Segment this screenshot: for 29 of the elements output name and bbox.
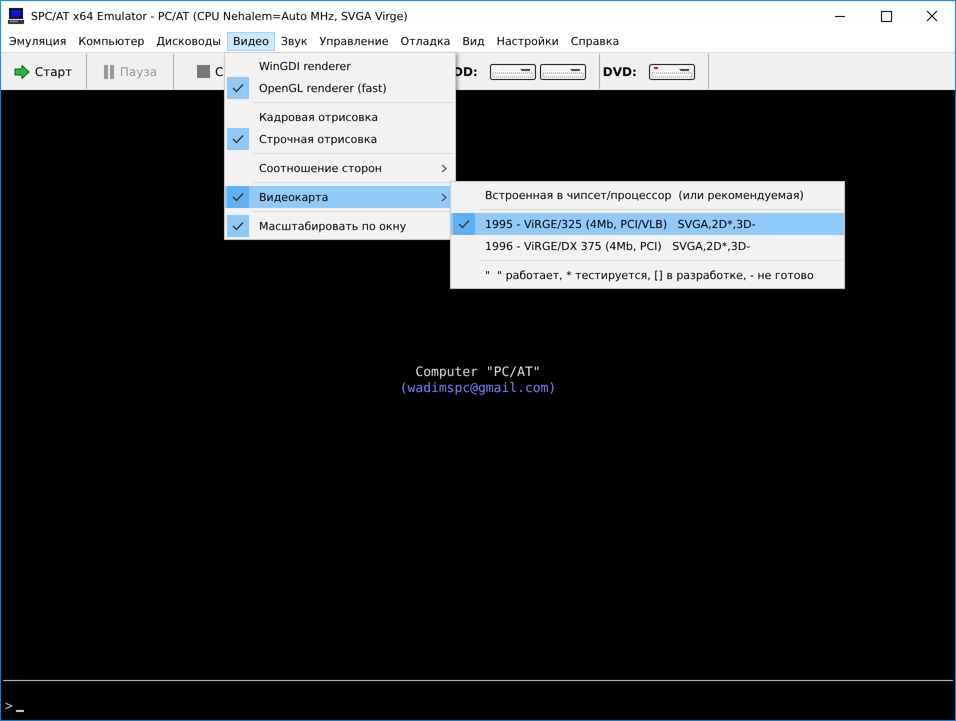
text-cursor: [16, 710, 24, 712]
disk-drive-icon[interactable]: [648, 64, 695, 80]
menu-item[interactable]: Строчная отрисовка: [225, 128, 455, 150]
menu-bar-item[interactable]: Справка: [564, 32, 626, 51]
disk-drive-icon[interactable]: [490, 64, 536, 80]
menu-bar-item[interactable]: Компьютер: [72, 32, 150, 51]
window-title: SPC/AT x64 Emulator - PC/AT (CPU Nehalem=Auto MHz, SVGA Virge): [31, 10, 409, 22]
menu-bar-item[interactable]: Дисководы: [150, 32, 227, 51]
play-arrow-icon: [14, 64, 30, 78]
menu-bar-item[interactable]: Вид: [456, 32, 491, 51]
menu-bar-item[interactable]: Эмуляция: [3, 32, 72, 51]
menu-bar-item[interactable]: Звук: [274, 32, 314, 51]
screen-text: (wadimspc@gmail.com): [400, 381, 556, 397]
pause-icon: [102, 64, 115, 80]
drive-label: DVD:: [602, 64, 637, 78]
stop-icon: [197, 65, 210, 78]
menu-item[interactable]: 1996 - ViRGE/DX 375 (4Mb, PCI) SVGA,2D*,3D-: [451, 235, 844, 257]
menu-item[interactable]: Кадровая отрисовка: [225, 106, 455, 128]
menu-item[interactable]: " " работает, * тестируется, [] в разработке, - не готово: [451, 264, 844, 286]
menu-bar-item[interactable]: Видео: [227, 32, 275, 51]
screen-text: Computer "PC/AT": [415, 365, 541, 381]
computer-icon: [7, 7, 25, 25]
menu-bar-item[interactable]: Настройки: [490, 32, 565, 51]
menu-item[interactable]: 1995 - ViRGE/325 (4Mb, PCI/VLB) SVGA,2D*,3D-: [451, 213, 844, 235]
menu-bar-item[interactable]: Отладка: [394, 32, 456, 51]
console-prompt: >: [5, 699, 13, 714]
menu-item[interactable]: Соотношение сторон: [225, 157, 455, 179]
disk-drive-icon[interactable]: [540, 64, 586, 80]
menu-bar-item[interactable]: Управление: [314, 32, 395, 51]
